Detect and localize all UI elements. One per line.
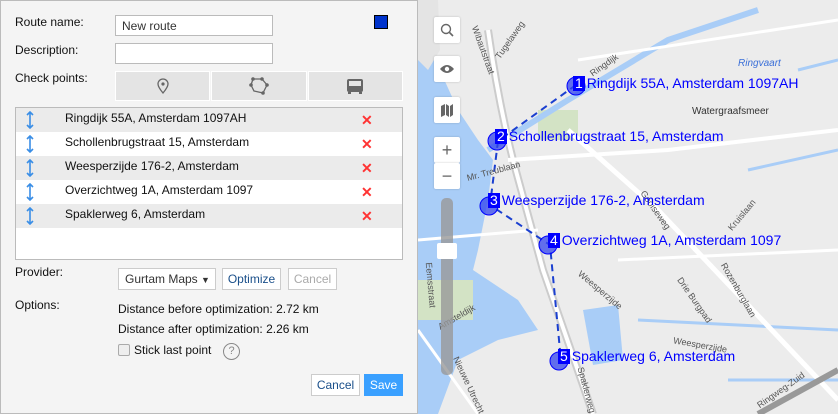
checkpoint-label: Weesperzijde 176-2, Amsterdam — [65, 159, 239, 173]
delete-checkpoint-icon[interactable]: ✕ — [361, 136, 373, 153]
tab-unit[interactable] — [307, 71, 403, 101]
zoom-slider-handle[interactable] — [437, 243, 457, 259]
route-name-label: Route name: — [15, 15, 84, 29]
options-label: Options: — [15, 298, 60, 312]
route-marker-5[interactable]: 5 Spaklerweg 6, Amsterdam — [558, 348, 735, 364]
help-icon[interactable]: ? — [223, 343, 240, 360]
polygon-icon — [249, 77, 269, 95]
description-input[interactable] — [115, 43, 273, 64]
distance-before: Distance before optimization: 2.72 km — [118, 302, 319, 316]
checkpoint-label: Schollenbrugstraat 15, Amsterdam — [65, 135, 250, 149]
map-type-button[interactable] — [434, 97, 460, 123]
route-marker-1[interactable]: 1 Ringdijk 55A, Amsterdam 1097AH — [573, 75, 798, 91]
cancel-button[interactable]: Cancel — [311, 374, 360, 396]
checkpoint-row: Schollenbrugstraat 15, Amsterdam ✕ — [16, 132, 402, 156]
checkpoint-row: Overzichtweg 1A, Amsterdam 1097 ✕ — [16, 180, 402, 204]
checkpoint-label: Overzichtweg 1A, Amsterdam 1097 — [65, 183, 254, 197]
route-marker-2[interactable]: 2 Schollenbrugstraat 15, Amsterdam — [495, 128, 724, 144]
search-icon — [440, 23, 454, 37]
bus-icon — [347, 79, 364, 94]
map-layers-visibility-button[interactable] — [434, 56, 460, 82]
street-label: Watergraafsmeer — [692, 106, 769, 117]
chevron-down-icon: ▼ — [201, 275, 210, 285]
tab-geofence[interactable] — [211, 71, 307, 101]
optimize-cancel-button[interactable]: Cancel — [288, 268, 337, 290]
delete-checkpoint-icon[interactable]: ✕ — [361, 112, 373, 129]
route-marker-4[interactable]: 4 Overzichtweg 1A, Amsterdam 1097 — [548, 232, 781, 248]
checkpoint-list: Ringdijk 55A, Amsterdam 1097AH ✕ Schollen… — [15, 107, 403, 260]
checkpoint-row: Weesperzijde 176-2, Amsterdam ✕ — [16, 156, 402, 180]
provider-label: Provider: — [15, 265, 64, 279]
drag-handle-icon[interactable] — [26, 206, 34, 228]
marker-icon — [157, 78, 169, 94]
tab-address-marker[interactable] — [115, 71, 211, 101]
provider-dropdown[interactable]: Gurtam Maps ▼ — [118, 268, 216, 290]
delete-checkpoint-icon[interactable]: ✕ — [361, 160, 373, 177]
drag-handle-icon[interactable] — [26, 134, 34, 156]
description-label: Description: — [15, 43, 79, 57]
optimize-button[interactable]: Optimize — [222, 268, 281, 290]
checkpoint-label: Spaklerweg 6, Amsterdam — [65, 207, 206, 221]
route-editor-panel: Route name: Description: Check points: R… — [0, 0, 418, 414]
eye-icon — [440, 65, 454, 73]
map-icon — [441, 104, 453, 117]
checkpoints-label: Check points: — [15, 71, 88, 85]
stick-last-point-label: Stick last point — [134, 343, 212, 357]
provider-value: Gurtam Maps — [125, 272, 198, 286]
zoom-out-button[interactable]: − — [434, 163, 460, 189]
zoom-slider[interactable] — [441, 198, 453, 375]
stick-last-point-checkbox[interactable] — [118, 344, 130, 356]
map[interactable]: Wibautstraat Tugelaweg Ringdijk Ringvaar… — [418, 0, 838, 414]
map-search-button[interactable] — [434, 17, 460, 43]
checkpoint-label: Ringdijk 55A, Amsterdam 1097AH — [65, 111, 247, 125]
save-button[interactable]: Save — [364, 374, 403, 396]
street-label: Ringvaart — [738, 58, 781, 69]
checkpoint-row: Ringdijk 55A, Amsterdam 1097AH ✕ — [16, 108, 402, 132]
drag-handle-icon[interactable] — [26, 158, 34, 180]
route-name-input[interactable] — [115, 15, 273, 36]
delete-checkpoint-icon[interactable]: ✕ — [361, 208, 373, 225]
checkpoint-row: Spaklerweg 6, Amsterdam ✕ — [16, 204, 402, 228]
zoom-in-button[interactable]: + — [434, 137, 460, 163]
drag-handle-icon[interactable] — [26, 182, 34, 204]
drag-handle-icon[interactable] — [26, 110, 34, 132]
delete-checkpoint-icon[interactable]: ✕ — [361, 184, 373, 201]
distance-after: Distance after optimization: 2.26 km — [118, 322, 309, 336]
route-color-picker[interactable] — [374, 15, 388, 29]
route-marker-3[interactable]: 3 Weesperzijde 176-2, Amsterdam — [488, 192, 705, 208]
